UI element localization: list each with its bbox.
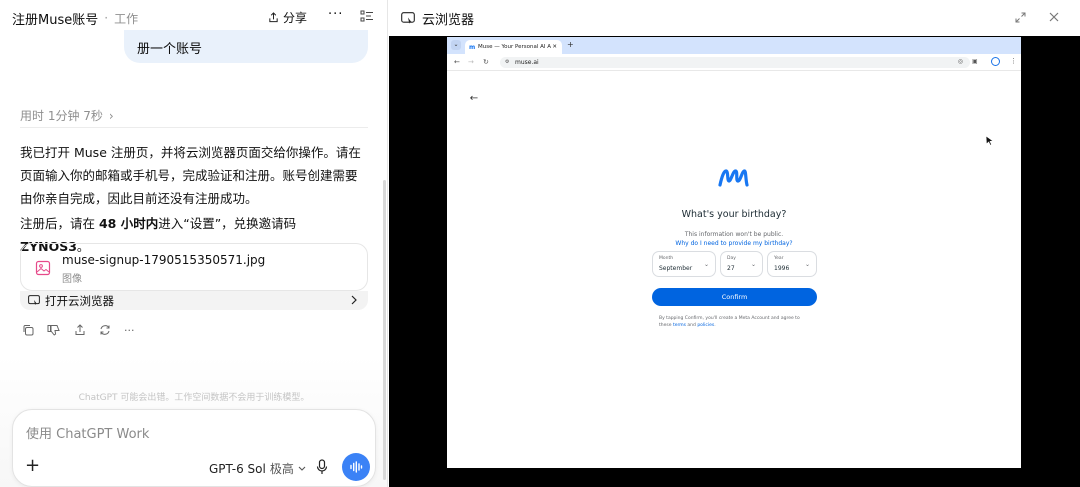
why-birthday-link[interactable]: Why do I need to provide my birthday? — [447, 240, 1021, 247]
divider — [20, 127, 368, 128]
chevron-down-icon: ⌄ — [750, 261, 756, 268]
extensions-icon[interactable]: ▣ — [972, 58, 978, 65]
tab-search-icon[interactable]: ⌄ — [451, 40, 461, 50]
birthday-heading: What's your birthday? — [681, 209, 787, 220]
year-value: 1996 — [774, 265, 790, 272]
share-button[interactable]: 分享 — [268, 9, 307, 26]
title-separator: · — [104, 11, 109, 25]
legal-end: . — [714, 322, 716, 328]
waveform-icon — [350, 461, 363, 473]
workspace-label: 工作 — [114, 11, 139, 26]
remote-browser-viewport[interactable]: ⌄ m Muse — Your Personal AI A ✕ + ← → ↻ … — [447, 37, 1021, 468]
terms-link[interactable]: terms — [673, 323, 686, 328]
year-label: Year — [774, 256, 784, 261]
confirm-button[interactable]: Confirm — [652, 288, 817, 306]
copy-icon[interactable] — [22, 324, 34, 336]
tab-close-icon[interactable]: ✕ — [552, 44, 557, 50]
reasoning-level: 极高 — [269, 462, 294, 476]
day-value: 27 — [727, 265, 735, 272]
legal-text: By tapping Confirm, you'll create a Meta… — [659, 316, 809, 329]
share-icon — [269, 12, 278, 23]
share-message-icon[interactable] — [74, 324, 86, 336]
image-file-icon — [35, 260, 51, 276]
model-name: GPT-6 Sol — [209, 461, 266, 476]
cloud-browser-icon — [401, 11, 415, 24]
para2-prefix: 注册后，请在 — [20, 216, 99, 231]
chevron-down-icon: ⌄ — [703, 261, 709, 268]
chevron-right-icon — [350, 294, 358, 308]
browser-tab-strip: ⌄ m Muse — Your Personal AI A ✕ + — [447, 37, 1021, 54]
microphone-icon[interactable] — [316, 459, 328, 475]
reload-icon[interactable]: ↻ — [483, 58, 489, 66]
chevron-down-icon — [298, 466, 306, 471]
chevron-down-icon: ⌄ — [804, 261, 810, 268]
privacy-note: This information won't be public. — [684, 231, 784, 238]
browser-tab[interactable]: m Muse — Your Personal AI A ✕ — [465, 40, 562, 54]
cloud-browser-header: 云浏览器 — [389, 0, 1080, 36]
model-selector[interactable]: GPT-6 Sol 极高 — [209, 460, 306, 477]
new-tab-icon[interactable]: + — [567, 40, 574, 49]
message-input[interactable]: 使用 ChatGPT Work — [26, 423, 149, 442]
policies-link[interactable]: policies — [697, 323, 714, 328]
add-attachment-button[interactable]: + — [25, 457, 40, 475]
chat-panel: 注册Muse账号 · 工作 分享 ··· 册一个账号 用时 1分钟 7秒 › 我… — [0, 0, 388, 487]
thinking-duration-toggle[interactable]: 用时 1分钟 7秒 › — [20, 107, 114, 124]
browser-toolbar: ← → ↻ ⚙ muse.ai ◎ ▣ ⋮ — [447, 54, 1021, 71]
address-bar[interactable]: ⚙ muse.ai ◎ — [500, 57, 970, 68]
share-label: 分享 — [283, 11, 308, 25]
user-message-bubble: 册一个账号 — [124, 30, 368, 63]
chevron-right-icon: › — [108, 108, 114, 123]
tab-title: Muse — Your Personal AI A — [478, 44, 551, 50]
para2-mid: 进入“设置”，兑换邀请码 — [158, 216, 297, 231]
cloud-browser-icon — [28, 295, 40, 305]
elapsed-label: 用时 1分钟 7秒 — [20, 109, 103, 123]
back-icon[interactable]: ← — [454, 58, 460, 66]
more-options-button[interactable]: ··· — [328, 7, 343, 22]
app-window: 注册Muse账号 · 工作 分享 ··· 册一个账号 用时 1分钟 7秒 › 我… — [0, 0, 1080, 487]
day-select[interactable]: Day 27 ⌄ — [720, 251, 763, 277]
regenerate-icon[interactable] — [99, 324, 111, 336]
assistant-paragraph-1: 我已打开 Muse 注册页，并将云浏览器页面交给你操作。请在页面输入你的邮箱或手… — [20, 145, 361, 206]
file-name: muse-signup-1790515350571.jpg — [62, 253, 266, 267]
mouse-cursor-icon — [985, 135, 994, 146]
profile-icon[interactable] — [991, 57, 1000, 66]
expand-icon[interactable] — [1015, 12, 1026, 23]
more-actions-icon[interactable]: ··· — [124, 324, 135, 337]
deadline-text: 48 小时内 — [98, 216, 159, 231]
voice-mode-button[interactable] — [342, 453, 370, 481]
image-attachment-card[interactable]: muse-signup-1790515350571.jpg 图像 — [20, 243, 368, 291]
chat-scrollbar[interactable] — [383, 180, 386, 480]
muse-logo-icon — [718, 169, 749, 187]
day-label: Day — [727, 256, 736, 261]
browser-menu-icon[interactable]: ⋮ — [1010, 57, 1017, 65]
eye-off-icon[interactable]: ◎ — [958, 58, 963, 65]
thumbs-down-icon[interactable] — [47, 324, 61, 336]
month-label: Month — [659, 256, 674, 261]
disclaimer: ChatGPT 可能会出错。工作空间数据不会用于训练模型。 — [78, 393, 310, 403]
site-info-icon[interactable]: ⚙ — [505, 59, 509, 65]
back-arrow-icon[interactable]: ← — [464, 89, 484, 109]
month-select[interactable]: Month September ⌄ — [652, 251, 716, 277]
muse-favicon-icon: m — [469, 44, 476, 51]
open-cloud-browser-label: 打开云浏览器 — [45, 293, 114, 308]
close-icon[interactable] — [1048, 11, 1060, 23]
legal-and: and — [685, 322, 698, 328]
outline-list-icon[interactable] — [360, 9, 374, 23]
user-message-text: 册一个账号 — [137, 42, 203, 57]
message-actions: ··· — [22, 324, 135, 337]
month-value: September — [659, 265, 693, 272]
file-type: 图像 — [62, 274, 82, 285]
cloud-browser-title: 云浏览器 — [422, 12, 475, 28]
year-select[interactable]: Year 1996 ⌄ — [767, 251, 817, 277]
muse-signup-page: ← What's your birthday? This information… — [447, 71, 1021, 468]
forward-icon[interactable]: → — [468, 58, 474, 66]
open-cloud-browser-button[interactable]: 打开云浏览器 — [20, 291, 368, 310]
conversation-title[interactable]: 注册Muse账号 — [12, 9, 98, 28]
cloud-browser-panel: 云浏览器 ⌄ m Muse — Your Personal AI A ✕ + ←… — [389, 0, 1080, 487]
url-text: muse.ai — [515, 59, 539, 66]
composer: 使用 ChatGPT Work + GPT-6 Sol 极高 — [12, 409, 376, 487]
